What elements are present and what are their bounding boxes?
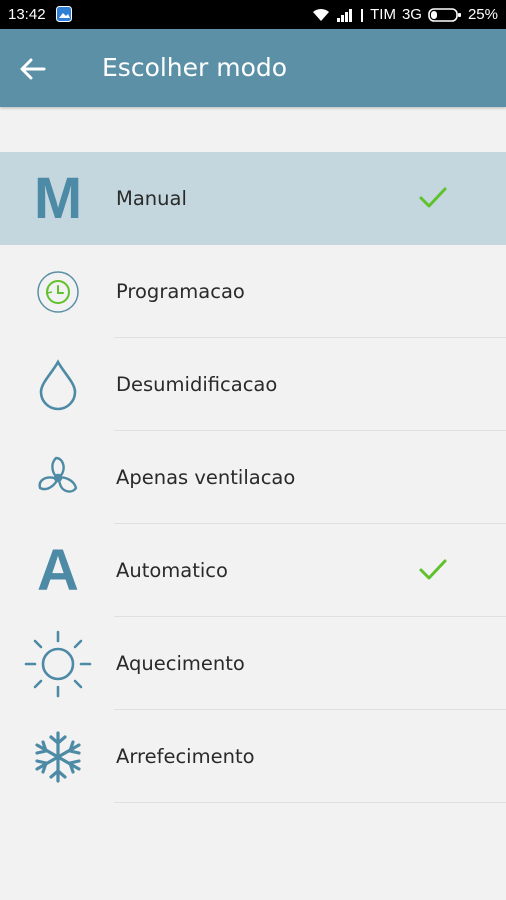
mode-label: Automatico (116, 559, 228, 582)
status-bar: 13:42 TIM 3G 25% (0, 0, 506, 29)
divider (114, 802, 506, 803)
page-title: Escolher modo (102, 53, 288, 82)
arrow-left-icon (20, 58, 46, 80)
mode-label: Manual (116, 187, 187, 210)
carrier-name: TIM (370, 6, 396, 23)
mode-item-manual[interactable]: M Manual (0, 152, 506, 245)
snowflake-icon (22, 721, 94, 793)
mode-list: M Manual Programacao Desumidificacao Ape… (0, 152, 506, 803)
mode-item-arrefecimento[interactable]: Arrefecimento (0, 710, 506, 803)
check-icon (419, 187, 447, 208)
mode-label: Desumidificacao (116, 373, 278, 396)
battery-percent: 25% (467, 6, 498, 23)
mode-label: Apenas ventilacao (116, 466, 296, 489)
status-time: 13:42 (8, 6, 46, 23)
signal-icon (337, 8, 353, 22)
gallery-notification-icon (56, 6, 72, 22)
mode-label: Aquecimento (116, 652, 245, 675)
app-bar: Escolher modo (0, 29, 506, 107)
check-icon (419, 559, 447, 580)
water-drop-icon (22, 349, 94, 421)
sun-icon (22, 628, 94, 700)
mode-item-automatico[interactable]: A Automatico (0, 524, 506, 617)
mode-label: Programacao (116, 280, 245, 303)
mode-item-aquecimento[interactable]: Aquecimento (0, 617, 506, 710)
battery-icon (428, 7, 461, 22)
mode-item-programacao[interactable]: Programacao (0, 245, 506, 338)
letter-m-icon: M (33, 166, 83, 231)
status-indicators: TIM 3G 25% (312, 6, 498, 23)
clock-icon (22, 256, 94, 328)
letter-a-icon: A (37, 538, 79, 603)
mode-item-apenas-ventilacao[interactable]: Apenas ventilacao (0, 431, 506, 524)
back-button[interactable] (20, 51, 60, 87)
mode-item-desumidificacao[interactable]: Desumidificacao (0, 338, 506, 431)
signal-secondary-icon (361, 8, 364, 22)
network-type: 3G (401, 6, 422, 23)
mode-label: Arrefecimento (116, 745, 255, 768)
wifi-icon (313, 8, 330, 21)
fan-icon (22, 442, 94, 514)
